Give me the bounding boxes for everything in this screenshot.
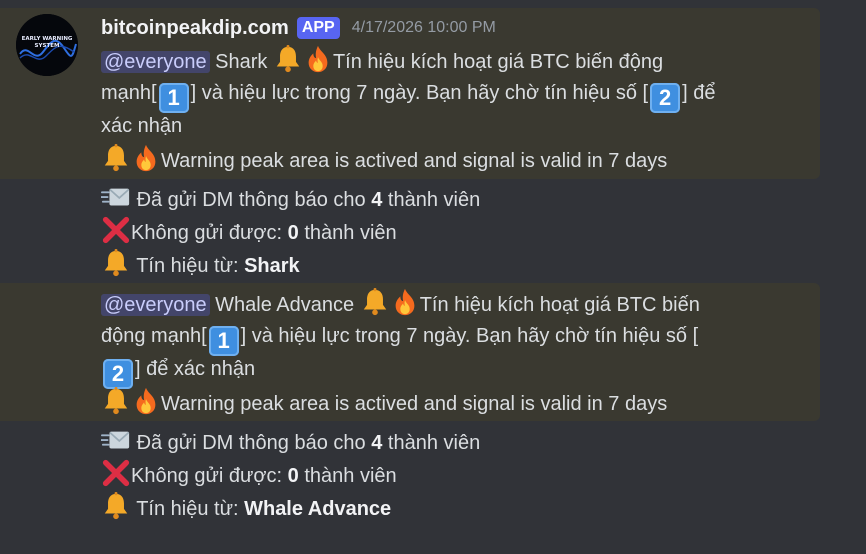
bell-icon bbox=[101, 143, 131, 173]
bell-icon bbox=[273, 44, 303, 74]
dm-sent-suffix: thành viên bbox=[387, 432, 481, 454]
vi-text: Tín hiệu kích hoạt giá BTC biến động bbox=[332, 51, 664, 73]
cross-mark-icon bbox=[101, 215, 131, 245]
dm-fail-count: 0 bbox=[287, 222, 299, 244]
envelope-icon bbox=[101, 425, 131, 455]
vi-text: động mạnh[ bbox=[101, 325, 207, 347]
everyone-mention[interactable]: @everyone bbox=[101, 51, 210, 73]
vi-text: xác nhận bbox=[101, 115, 183, 137]
keycap-one-icon: 1 bbox=[208, 326, 239, 356]
fire-icon bbox=[131, 386, 161, 416]
bell-icon bbox=[101, 248, 131, 278]
block2-dm-fail: Không gửi được: 0 thành viên bbox=[101, 458, 397, 493]
everyone-mention[interactable]: @everyone bbox=[101, 294, 210, 316]
keycap-two-icon: 2 bbox=[103, 359, 133, 389]
block1-dm-fail: Không gửi được: 0 thành viên bbox=[101, 215, 397, 250]
bell-icon bbox=[101, 386, 131, 416]
vi-text: ] để bbox=[682, 82, 716, 104]
author-name[interactable]: bitcoinpeakdip.com bbox=[101, 17, 289, 40]
block1-line3: xác nhận bbox=[101, 110, 182, 143]
dm-sent-label: Đã gửi DM thông báo cho bbox=[136, 189, 366, 211]
warning-text: Warning peak area is actived and signal … bbox=[161, 393, 668, 415]
warning-text: Warning peak area is actived and signal … bbox=[161, 150, 668, 172]
block1-line2: mạnh[1] và hiệu lực trong 7 ngày. Bạn hã… bbox=[101, 77, 715, 113]
bell-icon bbox=[360, 287, 390, 317]
fire-icon bbox=[131, 143, 161, 173]
signal-from-value: Whale Advance bbox=[244, 498, 392, 520]
block2-line1: @everyone Whale Advance Tín hiệu kích ho… bbox=[101, 287, 700, 322]
fire-icon bbox=[303, 44, 333, 74]
block2-line3: 2] để xác nhận bbox=[101, 353, 255, 389]
app-badge: APP bbox=[296, 17, 340, 39]
signal-name: Whale Advance bbox=[215, 294, 355, 316]
signal-name: Shark bbox=[215, 51, 268, 73]
dm-sent-count: 4 bbox=[371, 189, 383, 211]
vi-text: Tín hiệu kích hoạt giá BTC biến bbox=[419, 294, 700, 316]
block2-signal-from: Tín hiệu từ: Whale Advance bbox=[101, 491, 391, 526]
dm-fail-suffix: thành viên bbox=[304, 465, 397, 487]
fire-icon bbox=[390, 287, 420, 317]
envelope-icon bbox=[101, 182, 131, 212]
dm-sent-suffix: thành viên bbox=[387, 189, 481, 211]
dm-fail-label: Không gửi được: bbox=[131, 222, 283, 244]
dm-sent-label: Đã gửi DM thông báo cho bbox=[136, 432, 366, 454]
signal-from-label: Tín hiệu từ: bbox=[136, 255, 239, 277]
vi-text: ] để xác nhận bbox=[135, 358, 256, 380]
timestamp[interactable]: 4/17/2026 10:00 PM bbox=[352, 19, 496, 37]
svg-text:EARLY WARNING: EARLY WARNING bbox=[22, 36, 73, 42]
block1-signal-from: Tín hiệu từ: Shark bbox=[101, 248, 300, 283]
block1-warning: Warning peak area is actived and signal … bbox=[101, 143, 667, 178]
cross-mark-icon bbox=[101, 458, 131, 488]
block2-line2: động mạnh[1] và hiệu lực trong 7 ngày. B… bbox=[101, 320, 698, 356]
message-header: bitcoinpeakdip.com APP 4/17/2026 10:00 P… bbox=[101, 14, 496, 42]
dm-sent-count: 4 bbox=[371, 432, 383, 454]
bell-icon bbox=[101, 491, 131, 521]
dm-fail-label: Không gửi được: bbox=[131, 465, 283, 487]
signal-from-value: Shark bbox=[244, 255, 300, 277]
early-warning-logo: EARLY WARNING SYSTEM bbox=[16, 14, 78, 76]
keycap-two-icon: 2 bbox=[650, 83, 681, 113]
dm-fail-count: 0 bbox=[287, 465, 299, 487]
block2-warning: Warning peak area is actived and signal … bbox=[101, 386, 667, 421]
dm-fail-suffix: thành viên bbox=[304, 222, 397, 244]
vi-text: ] và hiệu lực trong 7 ngày. Bạn hãy chờ … bbox=[240, 325, 699, 347]
avatar[interactable]: EARLY WARNING SYSTEM bbox=[16, 14, 78, 76]
vi-text: ] và hiệu lực trong 7 ngày. Bạn hãy chờ … bbox=[190, 82, 649, 104]
block1-line1: @everyone Shark Tín hiệu kích hoạt giá B… bbox=[101, 44, 663, 79]
svg-text:SYSTEM: SYSTEM bbox=[35, 43, 60, 49]
keycap-one-icon: 1 bbox=[158, 83, 189, 113]
block1-dm-sent: Đã gửi DM thông báo cho 4 thành viên bbox=[101, 182, 480, 217]
signal-from-label: Tín hiệu từ: bbox=[136, 498, 239, 520]
block2-dm-sent: Đã gửi DM thông báo cho 4 thành viên bbox=[101, 425, 480, 460]
vi-text: mạnh[ bbox=[101, 82, 157, 104]
